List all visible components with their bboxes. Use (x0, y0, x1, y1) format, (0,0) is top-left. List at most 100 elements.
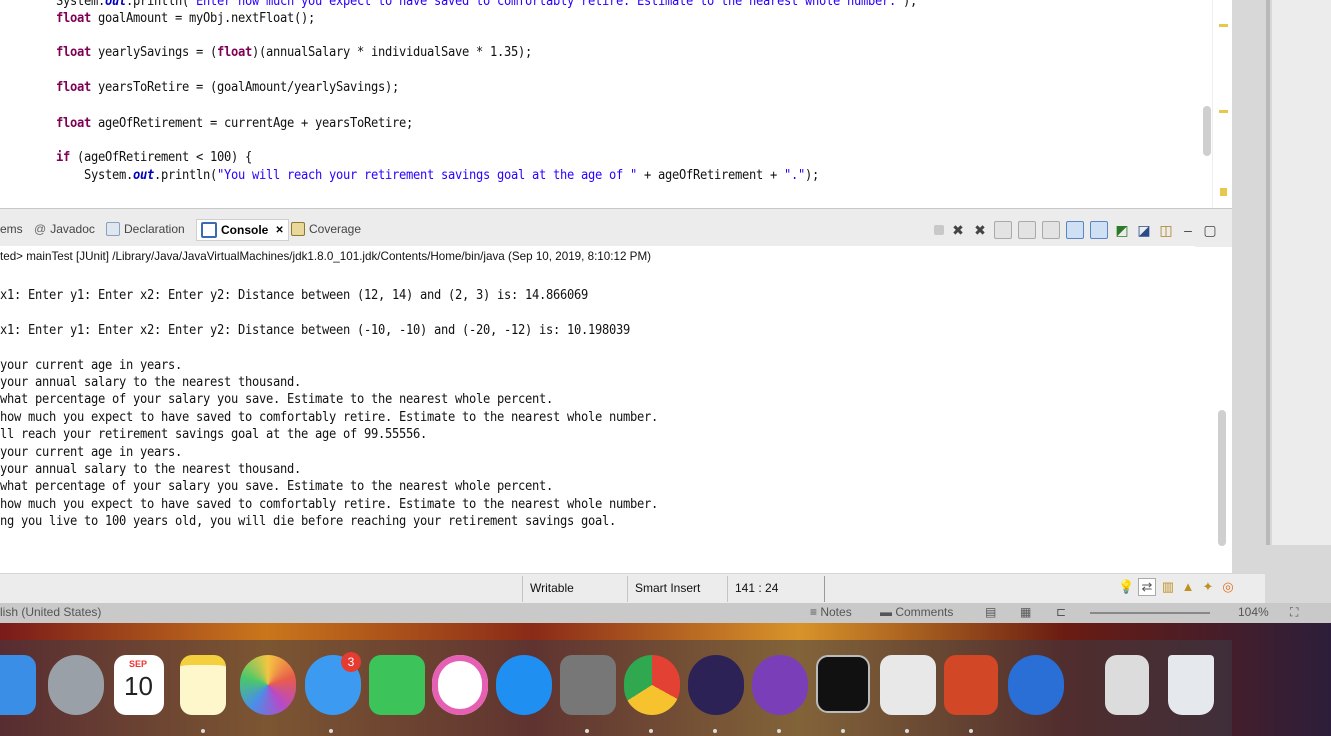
powerpoint-icon[interactable] (944, 655, 998, 715)
running-indicator (713, 729, 717, 733)
connection-icon[interactable]: ⇄ (1138, 578, 1156, 596)
tab-coverage[interactable]: Coverage (291, 222, 361, 236)
status-icons: 💡 ⇄ ▥ ▲ ✦ ◎ (1118, 578, 1236, 596)
close-icon[interactable]: ✕ (275, 225, 283, 236)
tab-javadoc[interactable]: @ Javadoc (34, 222, 95, 236)
notes-icon[interactable] (180, 655, 226, 715)
code-line: float goalAmount = myObj.nextFloat(); (56, 11, 316, 26)
terminal-icon[interactable] (816, 655, 870, 713)
archive-utility-icon[interactable] (1105, 655, 1149, 715)
console-output-line: x1: Enter y1: Enter x2: Enter y2: Distan… (0, 322, 630, 338)
code-editor[interactable]: System.out.println("Enter how much you e… (0, 0, 1232, 208)
status-writable: Writable (530, 581, 574, 595)
zoom-slider[interactable] (1090, 612, 1210, 614)
code-line: if (ageOfRetirement < 100) { (56, 150, 253, 165)
editor-scrollbar[interactable] (1203, 106, 1211, 156)
messages-badge: 3 (341, 652, 361, 672)
console-output-line: how much you expect to have saved to com… (0, 409, 658, 425)
fit-slide-icon[interactable]: ⛶ (1290, 605, 1298, 620)
show-stdout-icon[interactable] (1066, 221, 1084, 239)
itunes-icon[interactable] (432, 655, 488, 715)
tab-declaration[interactable]: Declaration (106, 222, 185, 236)
running-indicator (329, 729, 333, 733)
console-output-line: ll reach your retirement savings goal at… (0, 427, 428, 443)
console-icon (201, 222, 217, 238)
display-console-icon[interactable]: ◪ (1136, 222, 1152, 238)
coverage-icon (291, 222, 305, 236)
quicktime-icon[interactable] (1008, 655, 1064, 715)
console-output-line: ng you live to 100 years old, you will d… (0, 514, 616, 530)
view-tabs: ems @ Javadoc Declaration Console ✕ Covera… (0, 208, 1232, 247)
notes-button[interactable]: ≡ Notes (810, 605, 852, 619)
code-line: System.out.println("Enter how much you e… (56, 0, 918, 9)
console-output-line: x1: Enter y1: Enter x2: Enter y2: Distan… (0, 288, 588, 303)
running-indicator (201, 729, 205, 733)
presenter-view-icon[interactable]: ⊏ (1056, 605, 1066, 619)
console-toolbar: ✖ ✖ ◩ ◪ ◫ – ▢ (934, 221, 1218, 239)
status-bar: Writable Smart Insert 141 : 24 💡 ⇄ ▥ ▲ ✦… (0, 573, 1265, 604)
terminate-icon[interactable] (934, 225, 944, 235)
facetime-icon[interactable] (369, 655, 425, 715)
launchpad-icon[interactable] (48, 655, 104, 715)
wand-icon[interactable]: ✦ (1200, 579, 1216, 595)
word-wrap-icon[interactable] (1042, 221, 1060, 239)
zoom-level[interactable]: 104% (1238, 605, 1269, 619)
warning-marker[interactable] (1219, 110, 1228, 113)
minimize-icon[interactable]: – (1180, 222, 1196, 238)
tab-console[interactable]: Console ✕ (196, 219, 289, 241)
scroll-lock-icon[interactable] (1018, 221, 1036, 239)
console-output-line: how much you expect to have saved to com… (0, 496, 658, 512)
clear-console-icon[interactable] (994, 221, 1012, 239)
preview-icon[interactable] (880, 655, 936, 715)
finder-icon[interactable] (0, 655, 36, 715)
photos-icon[interactable] (240, 655, 296, 715)
chrome-icon[interactable] (624, 655, 680, 715)
status-insert-mode[interactable]: Smart Insert (635, 581, 700, 595)
comments-button[interactable]: ▬ Comments (880, 605, 953, 619)
map-icon[interactable]: ▥ (1160, 579, 1176, 595)
console-output-line: your current age in years. (0, 444, 183, 460)
warning-marker[interactable] (1219, 24, 1228, 27)
running-indicator (777, 729, 781, 733)
tab-problems[interactable]: ems (0, 222, 23, 236)
eclipse-icon[interactable] (688, 655, 744, 715)
console-output-line: what percentage of your salary you save.… (0, 392, 553, 408)
running-indicator (905, 729, 909, 733)
console-launch-description: ted> mainTest [JUnit] /Library/Java/Java… (0, 246, 1196, 267)
lifebuoy-icon[interactable]: ◎ (1220, 579, 1236, 595)
status-cursor-position: 141 : 24 (735, 581, 779, 595)
console-scrollbar[interactable] (1218, 410, 1226, 546)
language-indicator[interactable]: lish (United States) (0, 605, 101, 619)
console-output-line: your annual salary to the nearest thousa… (0, 375, 302, 390)
window-background (1232, 0, 1331, 620)
powerpoint-status-bar: lish (United States) ≡ Notes ▬ Comments … (0, 603, 1331, 623)
pin-console-icon[interactable]: ◩ (1114, 222, 1130, 238)
console-output-line: what percentage of your salary you save.… (0, 479, 553, 495)
slide-sorter-icon[interactable]: ▦ (1020, 605, 1031, 619)
system-preferences-icon[interactable] (560, 655, 616, 715)
warning-marker[interactable] (1220, 188, 1227, 196)
github-desktop-icon[interactable] (752, 655, 808, 715)
running-indicator (969, 729, 973, 733)
remove-all-icon[interactable]: ✖ (972, 222, 988, 238)
calendar-icon[interactable]: SEP 10 (114, 655, 164, 715)
code-line: float yearlySavings = (float)(annualSala… (56, 45, 533, 60)
maximize-icon[interactable]: ▢ (1202, 222, 1218, 238)
open-console-icon[interactable]: ◫ (1158, 222, 1174, 238)
declaration-icon (106, 222, 120, 236)
normal-view-icon[interactable]: ▤ (985, 605, 996, 619)
code-line: System.out.println("You will reach your … (84, 168, 820, 183)
running-indicator (841, 729, 845, 733)
hat-icon[interactable]: ▲ (1180, 579, 1196, 595)
remove-launch-icon[interactable]: ✖ (950, 222, 966, 238)
overview-ruler[interactable] (1212, 0, 1232, 208)
app-store-icon[interactable] (496, 655, 552, 715)
code-line: float yearsToRetire = (goalAmount/yearly… (56, 80, 400, 95)
running-indicator (649, 729, 653, 733)
lightbulb-icon[interactable]: 💡 (1118, 579, 1134, 595)
console-output[interactable]: x1: Enter y1: Enter x2: Enter y2: Distan… (0, 266, 1218, 573)
show-stderr-icon[interactable] (1090, 221, 1108, 239)
code-line: float ageOfRetirement = currentAge + yea… (56, 116, 414, 131)
trash-icon[interactable] (1168, 655, 1214, 715)
at-icon: @ (34, 222, 47, 236)
